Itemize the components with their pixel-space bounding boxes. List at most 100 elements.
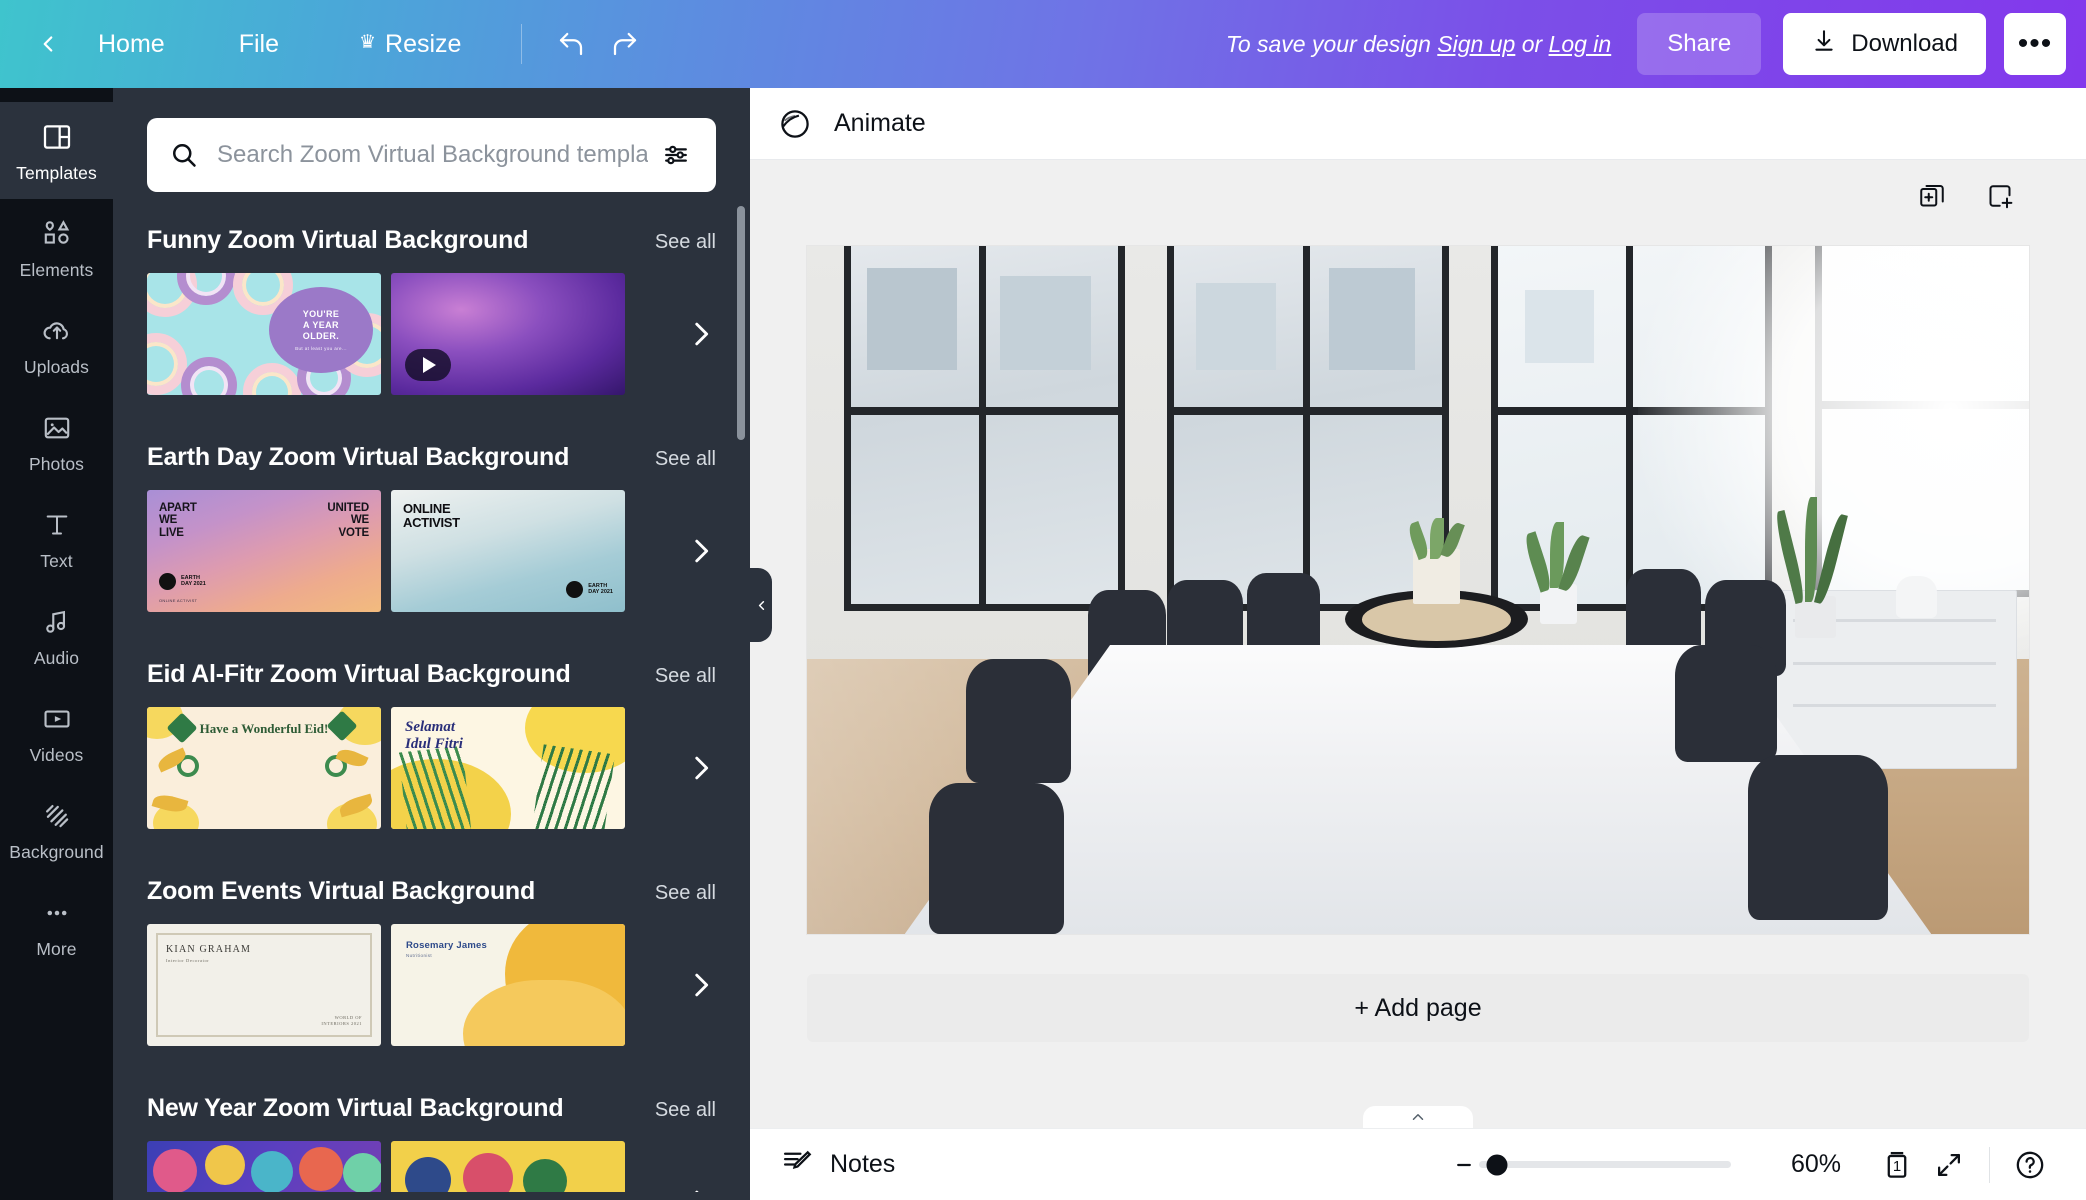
home-button[interactable]: Home bbox=[76, 18, 187, 70]
zoom-slider-thumb[interactable] bbox=[1486, 1154, 1508, 1175]
download-button[interactable]: Download bbox=[1783, 13, 1986, 75]
toolbar-divider bbox=[521, 24, 523, 64]
template-thumbnail[interactable]: APART WE LIVE UNITED WE VOTE EARTH DAY 2021 O… bbox=[147, 490, 381, 612]
add-page-button[interactable]: + Add page bbox=[807, 974, 2029, 1042]
save-prompt: To save your design Sign up or Log in bbox=[1226, 31, 1611, 58]
sidebar-item-templates[interactable]: Templates bbox=[0, 102, 113, 199]
notes-label: Notes bbox=[830, 1150, 896, 1178]
next-arrow-icon[interactable] bbox=[678, 1179, 724, 1192]
filter-sliders-icon[interactable] bbox=[652, 131, 700, 179]
template-thumbnail[interactable]: KIAN GRAHAM Interior Decorator WORLD OF I… bbox=[147, 924, 381, 1046]
page-manager-icon[interactable]: 1 bbox=[1871, 1139, 1923, 1191]
bottom-toolbar: Notes 60% 1 bbox=[750, 1128, 2086, 1200]
thumbnail-name: KIAN GRAHAM bbox=[166, 944, 252, 955]
sidebar-item-background[interactable]: Background bbox=[0, 781, 113, 878]
sidebar-item-photos[interactable]: Photos bbox=[0, 393, 113, 490]
signup-link[interactable]: Sign up bbox=[1437, 31, 1515, 57]
help-icon[interactable] bbox=[2004, 1139, 2056, 1191]
section-title: Earth Day Zoom Virtual Background bbox=[147, 443, 570, 471]
see-all-link[interactable]: See all bbox=[655, 1099, 716, 1122]
template-thumbnail[interactable] bbox=[147, 1141, 381, 1192]
thumbnail-name: Rosemary James bbox=[406, 940, 487, 951]
design-canvas-page[interactable] bbox=[807, 246, 2029, 934]
sidebar-label-more: More bbox=[36, 938, 77, 959]
notes-icon bbox=[780, 1145, 814, 1184]
text-icon bbox=[41, 506, 73, 544]
next-arrow-icon[interactable] bbox=[678, 962, 724, 1008]
undo-button[interactable] bbox=[544, 17, 598, 71]
login-link[interactable]: Log in bbox=[1549, 31, 1612, 57]
share-button[interactable]: Share bbox=[1637, 13, 1762, 75]
sidebar-item-elements[interactable]: Elements bbox=[0, 199, 113, 296]
sidebar-item-audio[interactable]: Audio bbox=[0, 587, 113, 684]
next-arrow-icon[interactable] bbox=[678, 311, 724, 357]
template-thumbnail[interactable]: YOU'RE A YEAR OLDER. But at least you ar… bbox=[147, 273, 381, 395]
earth-day-logo: EARTH DAY 2021 bbox=[159, 573, 206, 590]
panel-scrollbar[interactable] bbox=[737, 206, 745, 440]
see-all-link[interactable]: See all bbox=[655, 665, 716, 688]
sidebar-item-videos[interactable]: Videos bbox=[0, 684, 113, 781]
sidebar-label-uploads: Uploads bbox=[24, 356, 89, 377]
page-count-label: 1 bbox=[1892, 1157, 1902, 1175]
notes-expand-tab[interactable] bbox=[1363, 1106, 1473, 1128]
thumbnail-row: YOU'RE A YEAR OLDER. But at least you ar… bbox=[147, 273, 750, 395]
more-dots-icon bbox=[41, 894, 73, 932]
back-button[interactable] bbox=[20, 0, 76, 88]
resize-button[interactable]: ♛ Resize bbox=[337, 18, 483, 70]
top-toolbar: Home File ♛ Resize To save your design S… bbox=[0, 0, 2086, 88]
search-input[interactable] bbox=[217, 141, 648, 169]
save-prompt-middle: or bbox=[1515, 30, 1549, 57]
section-header: Earth Day Zoom Virtual Background See al… bbox=[147, 443, 750, 472]
sidebar-item-text[interactable]: Text bbox=[0, 490, 113, 587]
see-all-link[interactable]: See all bbox=[655, 448, 716, 471]
bottom-toolbar-right: 60% 1 bbox=[1453, 1139, 2056, 1191]
section-header: Eid Al-Fitr Zoom Virtual Background See … bbox=[147, 660, 750, 689]
resize-label: Resize bbox=[385, 29, 462, 58]
redo-button[interactable] bbox=[598, 17, 652, 71]
more-options-button[interactable]: ••• bbox=[2004, 13, 2066, 75]
uploads-icon bbox=[41, 312, 73, 350]
notes-button[interactable]: Notes bbox=[780, 1145, 895, 1184]
sidebar-item-uploads[interactable]: Uploads bbox=[0, 296, 113, 393]
template-thumbnail[interactable] bbox=[391, 1141, 625, 1192]
see-all-link[interactable]: See all bbox=[655, 882, 716, 905]
plant-left bbox=[1516, 522, 1602, 625]
thumbnail-row bbox=[147, 1141, 750, 1192]
section-header: New Year Zoom Virtual Background See all bbox=[147, 1094, 750, 1123]
next-arrow-icon[interactable] bbox=[678, 745, 724, 791]
panel-collapse-handle[interactable] bbox=[750, 568, 772, 642]
sidebar-item-more[interactable]: More bbox=[0, 878, 113, 975]
search-area bbox=[113, 88, 750, 192]
zoom-slider[interactable] bbox=[1479, 1154, 1731, 1175]
sidebar-label-background: Background bbox=[9, 841, 104, 862]
minus-icon[interactable] bbox=[1453, 1155, 1475, 1175]
add-page-icon[interactable] bbox=[1980, 176, 2020, 216]
badge-caption: But at least you are... bbox=[295, 345, 347, 351]
sidebar-label-audio: Audio bbox=[33, 647, 80, 668]
template-thumbnail-video[interactable] bbox=[391, 273, 625, 395]
thumbnail-text-left: APART WE LIVE bbox=[159, 502, 197, 539]
template-section: New Year Zoom Virtual Background See all bbox=[113, 1094, 750, 1192]
duplicate-page-icon[interactable] bbox=[1912, 176, 1952, 216]
section-header: Funny Zoom Virtual Background See all bbox=[147, 226, 750, 255]
earth-day-logo: EARTH DAY 2021 bbox=[566, 581, 613, 598]
thumbnail-text: YOU'RE A YEAR OLDER. But at least you ar… bbox=[269, 287, 373, 373]
section-title: Eid Al-Fitr Zoom Virtual Background bbox=[147, 660, 571, 688]
template-thumbnail[interactable]: ONLINE ACTIVIST EARTH DAY 2021 bbox=[391, 490, 625, 612]
see-all-link[interactable]: See all bbox=[655, 231, 716, 254]
template-thumbnail[interactable]: Rosemary James Nutritionist bbox=[391, 924, 625, 1046]
sidebar-label-videos: Videos bbox=[29, 744, 84, 765]
search-box[interactable] bbox=[147, 118, 716, 192]
animate-button[interactable]: Animate bbox=[834, 109, 926, 138]
download-label: Download bbox=[1851, 30, 1958, 57]
template-thumbnail[interactable]: Selamat Idul Fitri bbox=[391, 707, 625, 829]
sidebar-label-templates: Templates bbox=[16, 162, 97, 183]
templates-icon bbox=[41, 118, 73, 156]
thumbnail-row: Have a Wonderful Eid! Selamat Idul Fitri bbox=[147, 707, 750, 829]
section-header: Zoom Events Virtual Background See all bbox=[147, 877, 750, 906]
fullscreen-icon[interactable] bbox=[1923, 1139, 1975, 1191]
template-thumbnail[interactable]: Have a Wonderful Eid! bbox=[147, 707, 381, 829]
next-arrow-icon[interactable] bbox=[678, 528, 724, 574]
file-menu-button[interactable]: File bbox=[217, 18, 301, 70]
left-sidebar-rail: Templates Elements Uploads Photos Text A… bbox=[0, 88, 113, 1200]
